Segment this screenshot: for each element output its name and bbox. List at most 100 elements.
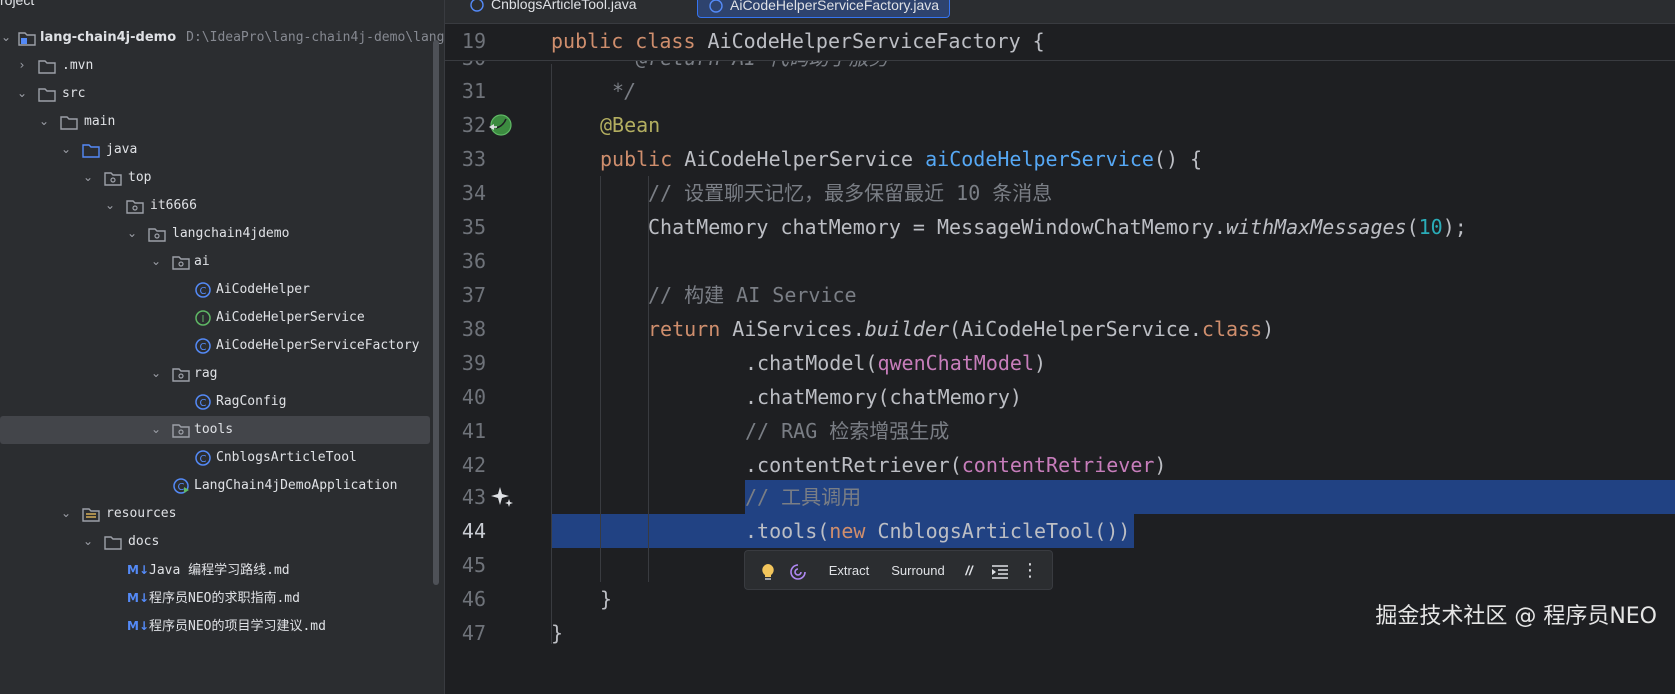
code-line[interactable]: 33 public AiCodeHelperService aiCodeHelp… (445, 142, 1675, 176)
tree-scrollbar[interactable] (433, 40, 439, 585)
chevron-down-icon[interactable]: ⌄ (16, 87, 28, 99)
surround-button[interactable]: Surround (883, 551, 953, 591)
reformat-icon[interactable] (987, 551, 1013, 591)
floating-code-toolbar: Extract Surround // ⋮ (744, 550, 1053, 590)
tree-item-label: docs (128, 534, 160, 549)
code-line[interactable]: 36 (445, 244, 1675, 278)
tree-item-md-file[interactable]: M↓程序员NEO的求职指南.md (0, 584, 430, 612)
svg-text:C: C (200, 398, 207, 409)
runnable-class-icon: C (173, 478, 189, 494)
code-line[interactable]: 38 return AiServices.builder(AiCodeHelpe… (445, 312, 1675, 346)
extract-button[interactable]: Extract (817, 551, 881, 591)
code-text: } (600, 587, 613, 611)
sticky-line[interactable]: 19 public class AiCodeHelperServiceFacto… (445, 24, 1675, 61)
spring-bean-gutter-icon[interactable] (488, 113, 512, 137)
code-line[interactable]: 35 ChatMemory chatMemory = MessageWindow… (445, 210, 1675, 244)
ai-assistant-icon[interactable] (785, 551, 811, 591)
package-icon (172, 368, 190, 382)
line-number: 42 (461, 453, 486, 477)
code-text: } (551, 621, 564, 645)
tree-item-aicodehelperservice[interactable]: I AiCodeHelperService (0, 304, 430, 332)
project-panel-title: roject (0, 0, 35, 8)
ai-sparkle-icon[interactable] (490, 485, 514, 509)
editor-tab-bar: CnblogsArticleTool.java AiCodeHelperServ… (445, 0, 1675, 24)
tree-item-label: ai (194, 254, 210, 269)
tree-item-aicodehelperservicefactory[interactable]: C AiCodeHelperServiceFactory (0, 332, 430, 360)
chevron-down-icon[interactable]: ⌄ (82, 171, 94, 183)
tree-item-label: M↓Java 编程学习路线.md (127, 563, 290, 578)
code-text: .chatModel(qwenChatModel) (745, 351, 1047, 375)
chevron-down-icon[interactable]: ⌄ (150, 367, 162, 379)
tree-item-java[interactable]: ⌄ java (0, 136, 430, 164)
tree-item-main[interactable]: ⌄ main (0, 108, 430, 136)
chevron-down-icon[interactable]: ⌄ (82, 535, 94, 547)
tree-item-label: lang-chain4j-demo D:\IdeaPro\lang-chain4j… (40, 29, 444, 47)
tree-item-top[interactable]: ⌄ top (0, 164, 430, 192)
tree-item-it6666[interactable]: ⌄ it6666 (0, 192, 430, 220)
code-editor[interactable]: CnblogsArticleTool.java AiCodeHelperServ… (445, 0, 1675, 694)
tree-item-label: langchain4jdemo (172, 226, 290, 241)
code-text: .chatMemory(chatMemory) (745, 385, 1022, 409)
code-line[interactable]: 42 .contentRetriever(contentRetriever) (445, 448, 1675, 482)
package-icon (148, 228, 166, 242)
tree-item-md-file[interactable]: M↓程序员NEO的项目学习建议.md (0, 612, 430, 640)
package-icon (172, 256, 190, 270)
chevron-down-icon[interactable]: ⌄ (150, 255, 162, 267)
tree-item-tools[interactable]: ⌄ tools (0, 416, 430, 444)
line-number: 39 (461, 351, 486, 375)
tree-item-mvn[interactable]: › .mvn (0, 52, 430, 80)
tree-item-label: LangChain4jDemoApplication (194, 478, 398, 493)
chevron-down-icon[interactable]: ⌄ (60, 507, 72, 519)
tab-cnblogsarticletool[interactable]: CnblogsArticleTool.java (459, 0, 647, 18)
svg-text:C: C (178, 482, 185, 493)
code-line-current[interactable]: 44 .tools(new CnblogsArticleTool()) (445, 514, 1675, 548)
tree-item-label: AiCodeHelperServiceFactory (216, 338, 420, 353)
markdown-icon: M↓ (127, 591, 149, 605)
chevron-down-icon[interactable]: ⌄ (0, 31, 12, 43)
class-icon: C (195, 394, 211, 410)
code-line[interactable]: 31 */ (445, 74, 1675, 108)
line-number: 44 (461, 519, 486, 543)
more-options-icon[interactable]: ⋮ (1017, 551, 1043, 591)
chevron-down-icon[interactable]: ⌄ (104, 199, 116, 211)
tree-item-application[interactable]: C LangChain4jDemoApplication (0, 472, 430, 500)
code-text: @Bean (600, 113, 661, 137)
comment-button[interactable]: // (957, 551, 981, 591)
chevron-down-icon[interactable]: ⌄ (126, 227, 138, 239)
code-comment: // RAG 检索增强生成 (745, 419, 950, 443)
code-text: */ (600, 79, 637, 103)
code-line[interactable]: 34 // 设置聊天记忆，最多保留最近 10 条消息 (445, 176, 1675, 210)
tree-item-rag[interactable]: ⌄ rag (0, 360, 430, 388)
tree-item-resources[interactable]: ⌄ resources (0, 500, 430, 528)
tree-item-md-file[interactable]: M↓Java 编程学习路线.md (0, 556, 430, 584)
tree-item-cnblogsarticletool[interactable]: C CnblogsArticleTool (0, 444, 430, 472)
chevron-down-icon[interactable]: ⌄ (38, 115, 50, 127)
code-line[interactable]: 41 // RAG 检索增强生成 (445, 414, 1675, 448)
tab-aicodehelperservicefactory[interactable]: AiCodeHelperServiceFactory.java (697, 0, 951, 18)
code-line[interactable]: 39 .chatModel(qwenChatModel) (445, 346, 1675, 380)
code-text: public AiCodeHelperService aiCodeHelperS… (600, 147, 1203, 171)
code-line[interactable]: 40 .chatMemory(chatMemory) (445, 380, 1675, 414)
svg-text:I: I (202, 314, 205, 325)
code-line[interactable]: 45 (445, 548, 1675, 582)
tree-item-docs[interactable]: ⌄ docs (0, 528, 430, 556)
tree-item-label: resources (106, 506, 177, 521)
code-line[interactable]: 43 // 工具调用 (445, 480, 1675, 514)
tree-item-ragconfig[interactable]: C RagConfig (0, 388, 430, 416)
tree-item-aicodehelper[interactable]: C AiCodeHelper (0, 276, 430, 304)
line-number: 40 (461, 385, 486, 409)
tree-item-src[interactable]: ⌄ src (0, 80, 430, 108)
code-line[interactable]: 32 @Bean (445, 108, 1675, 142)
code-text: ChatMemory chatMemory = MessageWindowCha… (648, 215, 1467, 239)
chevron-down-icon[interactable]: ⌄ (150, 423, 162, 435)
tree-item-ai[interactable]: ⌄ ai (0, 248, 430, 276)
tree-item-root-module[interactable]: ⌄ lang-chain4j-demo D:\IdeaPro\lang-chain… (0, 24, 444, 52)
module-folder-icon (18, 32, 36, 46)
chevron-down-icon[interactable]: ⌄ (60, 143, 72, 155)
class-icon (470, 0, 484, 12)
line-number: 37 (461, 283, 486, 307)
code-line[interactable]: 37 // 构建 AI Service (445, 278, 1675, 312)
lightbulb-icon[interactable] (755, 551, 781, 591)
tree-item-langchain4jdemo[interactable]: ⌄ langchain4jdemo (0, 220, 430, 248)
chevron-right-icon[interactable]: › (16, 59, 28, 71)
